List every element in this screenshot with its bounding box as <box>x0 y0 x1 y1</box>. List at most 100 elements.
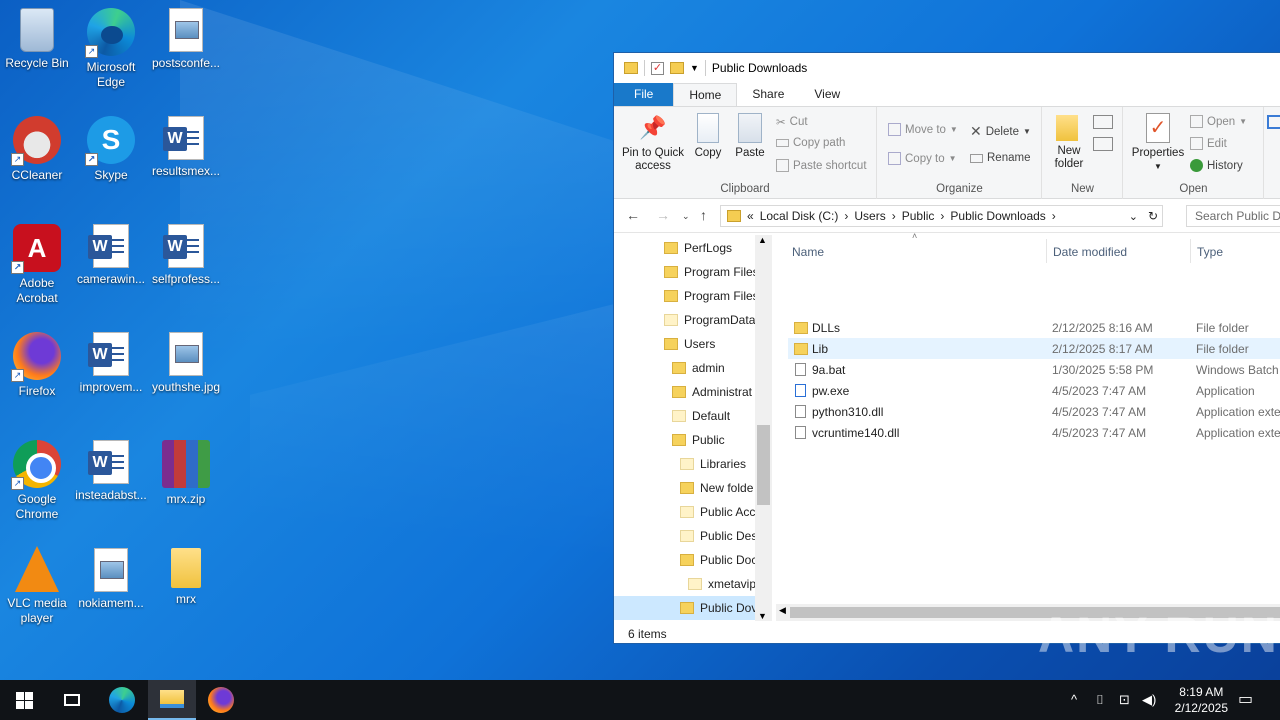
tab-file[interactable]: File <box>614 83 674 106</box>
nav-item[interactable]: Libraries <box>680 452 746 476</box>
copy-path-button[interactable]: Copy path <box>776 137 845 149</box>
nav-item[interactable]: xmetavip <box>688 572 756 596</box>
desktop-icon-selfprofess[interactable]: W selfprofess... <box>149 218 223 287</box>
breadcrumb-chevron-icon[interactable]: › <box>844 209 848 223</box>
paste-button[interactable]: Paste <box>732 113 768 160</box>
show-hidden-icons-chevron-icon[interactable]: ^ <box>1071 692 1077 707</box>
desktop-icon-mrx-zip[interactable]: mrx.zip <box>149 434 223 507</box>
refresh-icon[interactable]: ↻ <box>1148 209 1158 223</box>
file-row[interactable]: pw.exe 4/5/2023 7:47 AM Application <box>788 380 1280 401</box>
nav-item[interactable]: Public Des <box>680 524 757 548</box>
desktop-icon-youthshe[interactable]: youthshe.jpg <box>149 326 223 395</box>
breadcrumb-local-disk[interactable]: Local Disk (C:) <box>760 209 839 223</box>
edit-button[interactable]: Edit <box>1190 137 1227 150</box>
breadcrumb-public-downloads[interactable]: Public Downloads <box>950 209 1045 223</box>
scroll-down-icon[interactable]: ▼ <box>758 611 767 621</box>
copy-to-button[interactable]: Copy to ▼ <box>888 152 957 165</box>
nav-item[interactable]: Public <box>672 428 725 452</box>
tab-home[interactable]: Home <box>673 83 738 106</box>
desktop-icon-adobe-acrobat[interactable]: A ↗ Adobe Acrobat <box>0 218 74 306</box>
file-row-selected[interactable]: Lib 2/12/2025 8:17 AM File folder <box>788 338 1280 359</box>
breadcrumb-overflow[interactable]: « <box>747 209 754 223</box>
device-icon[interactable]: ⌷ <box>1096 692 1104 708</box>
easy-access-icon[interactable] <box>1093 137 1113 151</box>
desktop-icon-ccleaner[interactable]: ↗ CCleaner <box>0 110 74 183</box>
taskbar-edge[interactable] <box>98 680 146 720</box>
cut-button[interactable]: ✂ Cut <box>776 115 808 129</box>
properties-button[interactable]: ✓ Properties ▼ <box>1130 113 1186 173</box>
desktop-icon-resultsmex[interactable]: W resultsmex... <box>149 110 223 179</box>
desktop-icon-edge[interactable]: ↗ Microsoft Edge <box>74 2 148 90</box>
taskbar-file-explorer[interactable] <box>148 680 196 720</box>
tab-view[interactable]: View <box>799 83 855 106</box>
nav-item[interactable]: ProgramData <box>664 308 755 332</box>
new-folder-quick-access-icon[interactable] <box>670 62 684 74</box>
column-header-date-modified[interactable]: Date modified <box>1053 245 1127 259</box>
desktop-icon-improvem[interactable]: W improvem... <box>74 326 148 395</box>
move-to-button[interactable]: Move to ▼ <box>888 123 958 136</box>
select-group-icon[interactable] <box>1267 115 1280 129</box>
scroll-left-icon[interactable]: ◀ <box>779 605 786 616</box>
clock[interactable]: 8:19 AM 2/12/2025 <box>1175 684 1228 716</box>
file-row[interactable]: vcruntime140.dll 4/5/2023 7:47 AM Applic… <box>788 422 1280 443</box>
delete-button[interactable]: ✕ Delete ▼ <box>970 123 1031 140</box>
search-input[interactable]: Search Public Do <box>1186 205 1280 227</box>
desktop-icon-nokiamem[interactable]: nokiamem... <box>74 542 148 611</box>
desktop-icon-insteadabst[interactable]: W insteadabst... <box>74 434 148 503</box>
quick-access-dropdown-icon[interactable]: ▼ <box>690 63 699 73</box>
scrollbar-thumb[interactable] <box>757 425 770 505</box>
nav-item[interactable]: Public Doc <box>680 548 757 572</box>
column-header-name[interactable]: Name <box>792 245 824 259</box>
address-dropdown-icon[interactable]: ⌄ <box>1129 210 1138 223</box>
desktop-icon-recycle-bin[interactable]: Recycle Bin <box>0 2 74 71</box>
desktop-icon-skype[interactable]: S ↗ Skype <box>74 110 148 183</box>
nav-item[interactable]: PerfLogs <box>664 236 732 260</box>
new-folder-button[interactable]: New folder <box>1049 115 1085 171</box>
nav-item[interactable]: Users <box>664 332 715 356</box>
breadcrumb-users[interactable]: Users <box>854 209 885 223</box>
nav-item[interactable]: Public Acc <box>680 500 755 524</box>
copy-button[interactable]: Copy <box>690 113 726 160</box>
file-row[interactable]: DLLs 2/12/2025 8:16 AM File folder <box>788 317 1280 338</box>
back-arrow-icon[interactable]: ← <box>626 207 640 223</box>
file-row[interactable]: python310.dll 4/5/2023 7:47 AM Applicati… <box>788 401 1280 422</box>
recent-locations-chevron-icon[interactable]: ⌄ <box>682 211 690 222</box>
nav-item[interactable]: Program Files <box>664 284 759 308</box>
desktop-icon-vlc[interactable]: VLC media player <box>0 542 74 626</box>
paste-shortcut-button[interactable]: Paste shortcut <box>776 159 867 172</box>
notifications-icon[interactable]: ▭ <box>1238 689 1253 709</box>
properties-quick-access-icon[interactable]: ✓ <box>651 61 664 75</box>
breadcrumb-chevron-icon[interactable]: › <box>940 209 944 223</box>
network-icon[interactable]: ⊡ <box>1119 692 1130 708</box>
nav-item[interactable]: Default <box>672 404 730 428</box>
forward-arrow-icon[interactable]: → <box>656 207 670 223</box>
column-header-type[interactable]: Type <box>1197 245 1223 259</box>
open-button[interactable]: Open ▼ <box>1190 115 1247 128</box>
scroll-up-icon[interactable]: ▲ <box>758 235 767 245</box>
nav-item[interactable]: New folde <box>680 476 753 500</box>
start-button[interactable] <box>0 680 48 720</box>
breadcrumb-chevron-icon[interactable]: › <box>892 209 896 223</box>
breadcrumb-public[interactable]: Public <box>902 209 935 223</box>
nav-item[interactable]: Program Files <box>664 260 759 284</box>
desktop-icon-camerawin[interactable]: W camerawin... <box>74 218 148 287</box>
pin-to-quick-access-button[interactable]: 📌 Pin to Quick access <box>620 113 686 173</box>
task-view-button[interactable] <box>48 680 96 720</box>
desktop-icon-google-chrome[interactable]: ↗ Google Chrome <box>0 434 74 522</box>
column-divider[interactable] <box>1190 239 1191 263</box>
desktop-icon-postsconfe[interactable]: postsconfe... <box>149 2 223 71</box>
new-item-icon[interactable] <box>1093 115 1113 129</box>
desktop-icon-firefox[interactable]: ↗ Firefox <box>0 326 74 399</box>
file-row[interactable]: 9a.bat 1/30/2025 5:58 PM Windows Batch <box>788 359 1280 380</box>
nav-item[interactable]: Administrat <box>672 380 752 404</box>
desktop-icon-mrx-folder[interactable]: mrx <box>149 542 223 607</box>
history-button[interactable]: History <box>1190 159 1243 172</box>
breadcrumb-chevron-icon[interactable]: › <box>1052 209 1056 223</box>
tab-share[interactable]: Share <box>737 83 799 106</box>
volume-icon[interactable]: ◀) <box>1142 692 1156 708</box>
taskbar-firefox[interactable] <box>197 680 245 720</box>
up-arrow-icon[interactable]: ↑ <box>700 207 707 223</box>
column-divider[interactable] <box>1046 239 1047 263</box>
rename-button[interactable]: Rename <box>970 152 1030 164</box>
nav-item[interactable]: admin <box>672 356 725 380</box>
